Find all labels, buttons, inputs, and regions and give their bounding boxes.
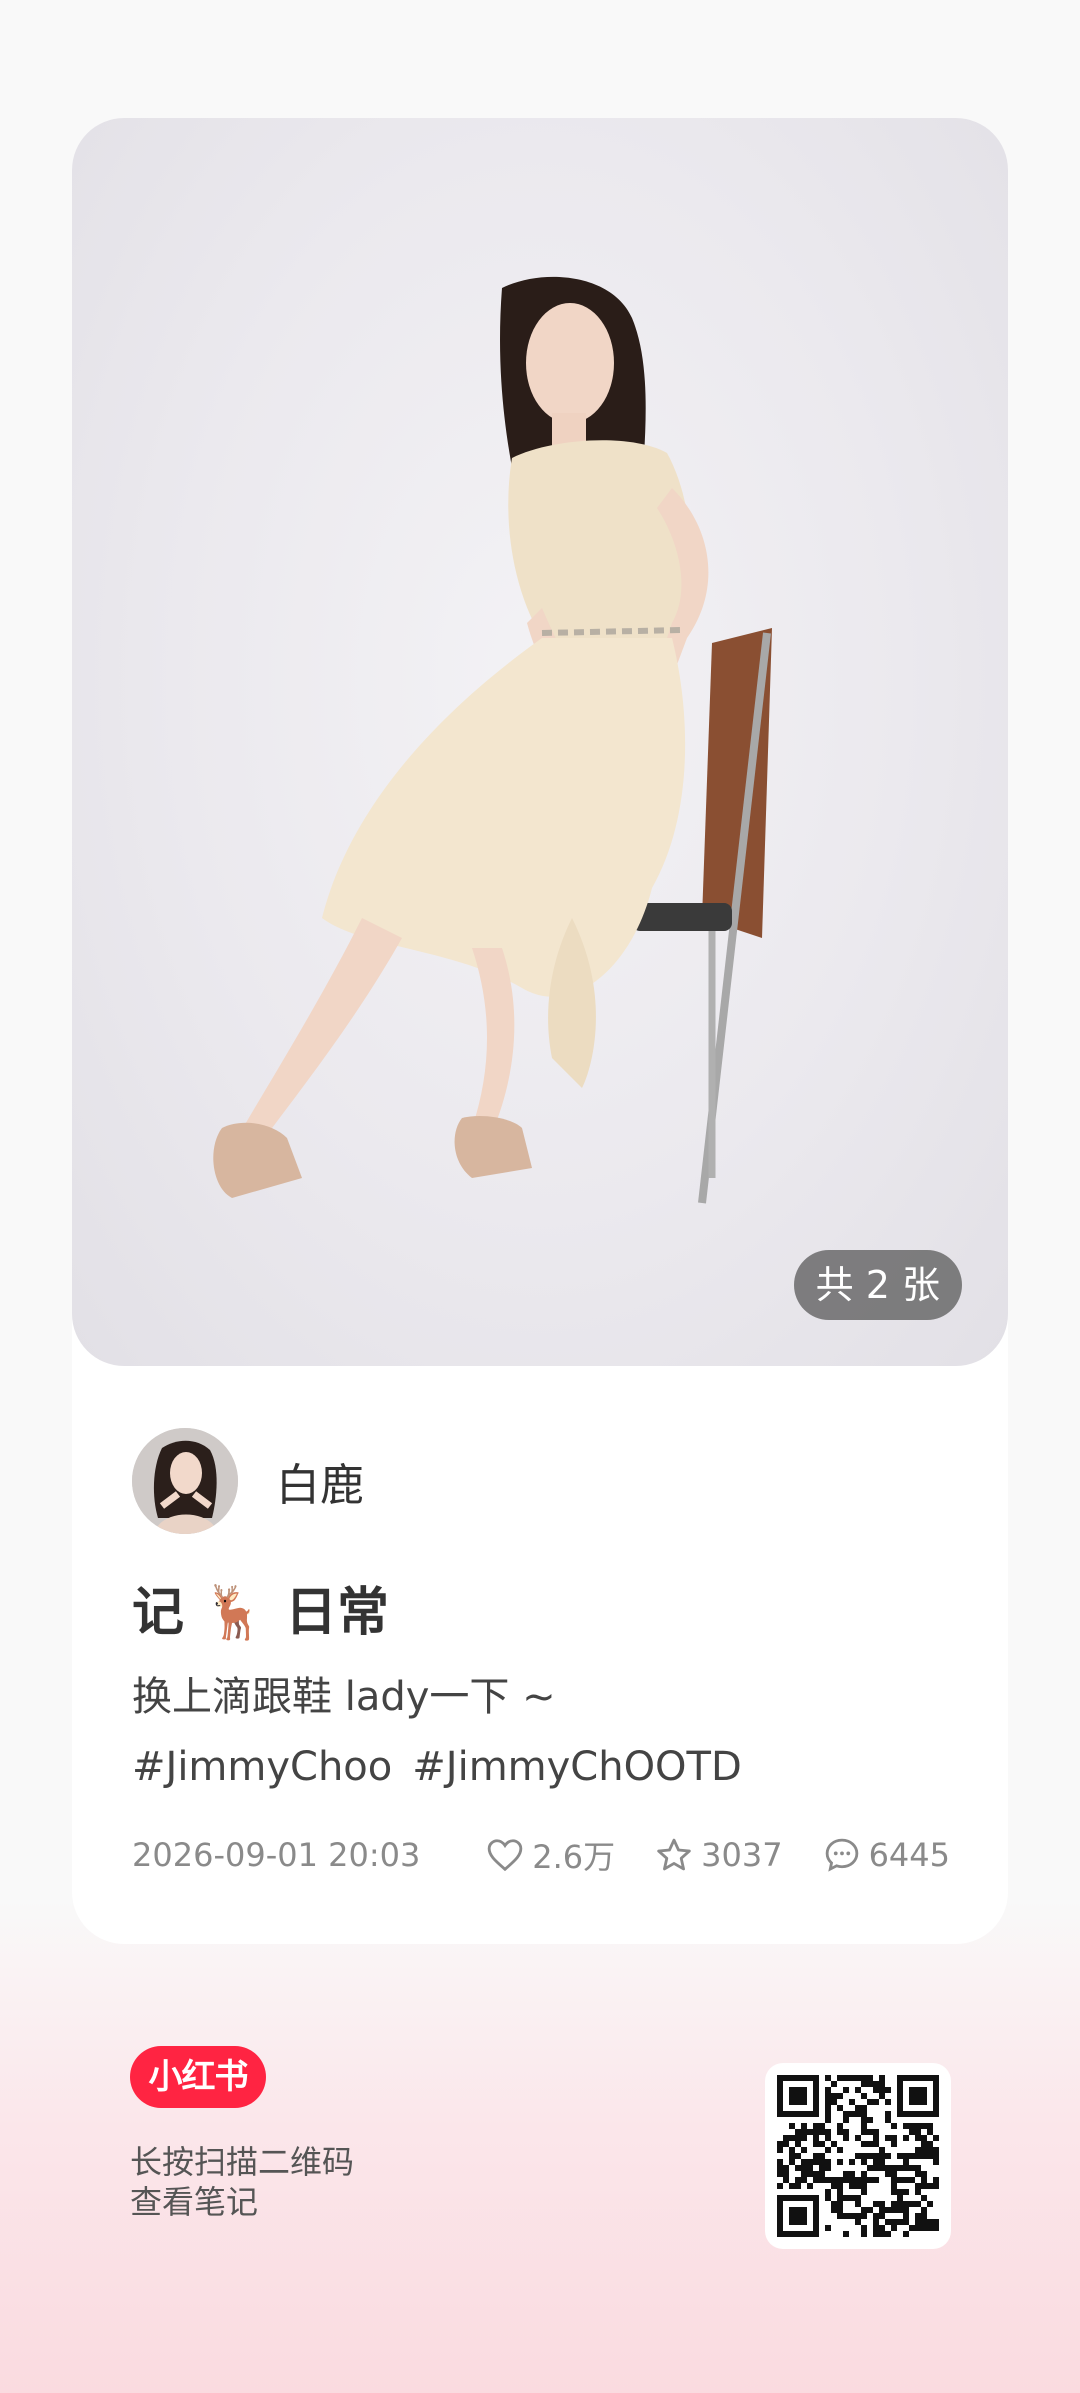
like-count: 2.6万 [532, 1838, 616, 1876]
scan-hint-line1: 长按扫描二维码 [130, 2143, 355, 2181]
heart-icon [487, 1839, 523, 1872]
post-meta: 2026-09-01 20:03 2.6万 3037 6445 [132, 1830, 950, 1880]
star-icon [657, 1838, 691, 1871]
like-stat[interactable]: 2.6万 [486, 1832, 615, 1878]
author-row[interactable]: 白鹿 [132, 1428, 364, 1534]
hashtag-link[interactable]: #JimmyChOOTD [412, 1744, 742, 1790]
hashtag-link[interactable]: #JimmyChoo [132, 1744, 392, 1790]
post-body: 换上滴跟鞋 lady一下 ~ [132, 1674, 556, 1720]
note-card[interactable]: 共 2 张 白鹿 记 🦌 日常 换上滴跟鞋 lady一下 ~ #JimmyCho… [72, 118, 1008, 1944]
comment-stat[interactable]: 6445 [823, 1836, 950, 1874]
qr-code[interactable] [765, 2063, 951, 2249]
title-text-1: 记 [132, 1583, 185, 1643]
scan-hint-line2: 查看笔记 [130, 2183, 259, 2221]
title-text-2: 日常 [284, 1583, 389, 1643]
post-title: 记 🦌 日常 [132, 1570, 389, 1645]
image-count-badge: 共 2 张 [793, 1250, 962, 1320]
scan-hint: 长按扫描二维码 查看笔记 [130, 2142, 354, 2222]
post-photo[interactable]: 共 2 张 [72, 118, 1008, 1366]
comment-count: 6445 [868, 1836, 950, 1874]
avatar[interactable] [132, 1428, 238, 1534]
xiaohongshu-logo: 小红书 [130, 2046, 266, 2108]
avatar-image [132, 1428, 238, 1534]
comment-icon [825, 1838, 858, 1872]
post-photo-illustration [213, 276, 772, 1204]
favorite-count: 3037 [701, 1836, 783, 1874]
post-tags: #JimmyChoo #JimmyChOOTD [132, 1744, 742, 1790]
qr-code-image [777, 2075, 939, 2237]
favorite-stat[interactable]: 3037 [655, 1836, 783, 1874]
author-name[interactable]: 白鹿 [276, 1449, 364, 1513]
deer-emoji-icon: 🦌 [202, 1583, 267, 1643]
post-date: 2026-09-01 20:03 [132, 1836, 421, 1874]
